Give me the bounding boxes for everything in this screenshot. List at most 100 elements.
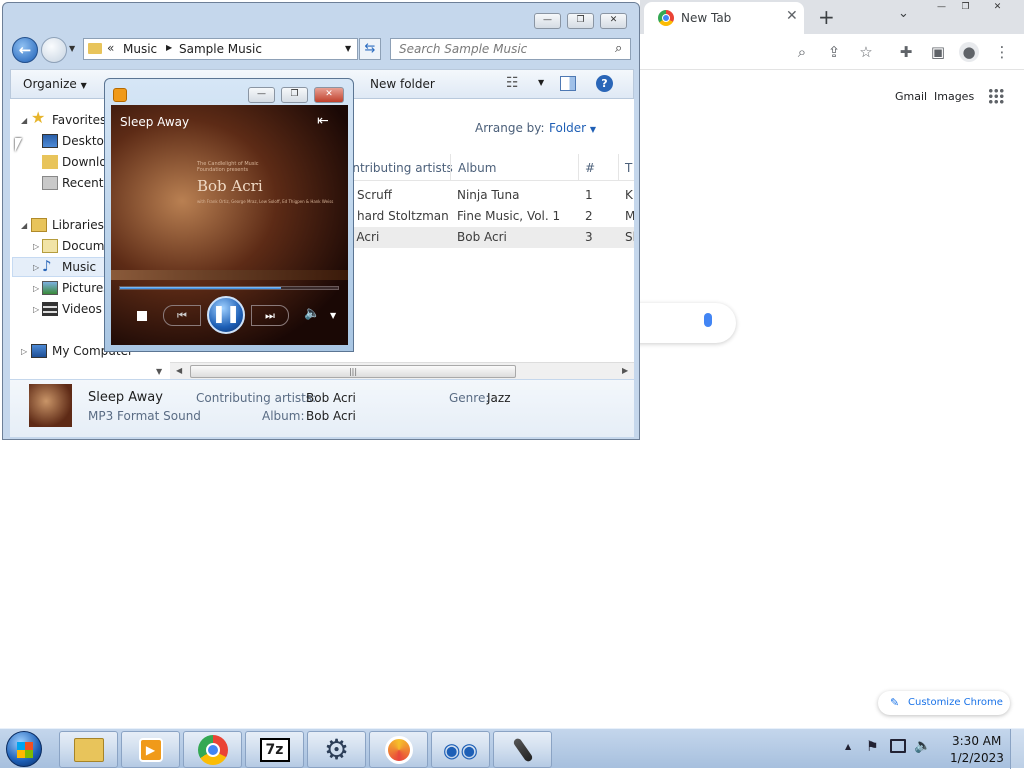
- show-hidden-icons-icon[interactable]: ▲: [845, 742, 851, 751]
- seek-bar[interactable]: [119, 286, 339, 290]
- view-dropdown-icon[interactable]: ▼: [538, 78, 544, 87]
- apps-grid-icon[interactable]: [988, 88, 1004, 104]
- network-icon[interactable]: [890, 739, 906, 753]
- volume-tray-icon[interactable]: 🔈: [914, 738, 931, 754]
- details-artists-value[interactable]: Bob Acri: [306, 391, 356, 405]
- zoom-icon[interactable]: ⌕: [792, 42, 812, 62]
- column-divider[interactable]: [450, 154, 451, 180]
- column-divider[interactable]: [578, 154, 579, 180]
- nav-scroll-down-icon[interactable]: ▼: [156, 367, 162, 376]
- column-album[interactable]: Album: [458, 161, 496, 175]
- taskbar-chrome[interactable]: [183, 731, 242, 768]
- chrome-restore-button[interactable]: ❐: [952, 1, 979, 17]
- taskbar-eyes[interactable]: ◉◉: [431, 731, 490, 768]
- tab-close-icon[interactable]: ✕: [786, 8, 798, 24]
- images-link[interactable]: Images: [934, 90, 974, 103]
- action-center-flag-icon[interactable]: ⚑: [866, 739, 879, 755]
- chrome-menu-icon[interactable]: ⋮: [992, 42, 1012, 62]
- player-restore-button[interactable]: ❐: [281, 87, 308, 103]
- libraries-expand-icon[interactable]: ◢: [21, 221, 27, 230]
- computer-expand-icon[interactable]: ▷: [21, 347, 27, 356]
- column-contributing-artists[interactable]: ontributing artists: [345, 161, 453, 175]
- address-bar[interactable]: « Music ▶ Sample Music ▼: [83, 38, 358, 60]
- show-desktop-button[interactable]: [1010, 729, 1024, 769]
- nav-music[interactable]: Music: [62, 260, 96, 274]
- help-icon[interactable]: ?: [596, 75, 613, 92]
- start-button[interactable]: [6, 731, 42, 767]
- taskbar-explorer[interactable]: [59, 731, 118, 768]
- favorites-expand-icon[interactable]: ◢: [21, 116, 27, 125]
- table-row[interactable]: Scruff Ninja Tuna 1 K: [343, 185, 634, 206]
- forward-button[interactable]: [41, 37, 67, 63]
- explorer-restore-button[interactable]: ❐: [567, 13, 594, 29]
- extensions-puzzle-icon[interactable]: ✚: [896, 42, 916, 62]
- search-input[interactable]: Search Sample Music ⌕: [390, 38, 631, 60]
- customize-chrome-button[interactable]: ✎ Customize Chrome: [878, 691, 1010, 715]
- taskbar-settings[interactable]: ⚙: [307, 731, 366, 768]
- breadcrumb-sample-music[interactable]: Sample Music: [179, 42, 262, 56]
- scroll-left-icon[interactable]: ◀: [176, 366, 182, 375]
- media-player-app-icon: [113, 88, 127, 102]
- stop-icon[interactable]: [137, 311, 147, 321]
- breadcrumb-overflow-icon[interactable]: «: [107, 41, 114, 55]
- share-icon[interactable]: ⇪: [824, 42, 844, 62]
- volume-dropdown-icon[interactable]: ▼: [330, 311, 336, 320]
- documents-expand-icon[interactable]: ▷: [33, 242, 39, 251]
- table-row-selected[interactable]: b Acri Bob Acri 3 Sl: [343, 227, 634, 248]
- nav-pictures[interactable]: Pictures: [62, 281, 110, 295]
- tab-new-tab[interactable]: New Tab ✕: [644, 2, 804, 34]
- chrome-minimize-button[interactable]: —: [928, 1, 955, 17]
- scroll-thumb[interactable]: |||: [190, 365, 516, 378]
- column-number[interactable]: #: [585, 161, 595, 175]
- nav-favorites[interactable]: Favorites: [52, 113, 106, 127]
- player-minimize-button[interactable]: —: [248, 87, 275, 103]
- new-folder-button[interactable]: New folder: [370, 77, 435, 91]
- side-panel-icon[interactable]: ▣: [928, 42, 948, 62]
- music-note-icon: ♪: [42, 257, 52, 275]
- bookmark-star-icon[interactable]: ☆: [856, 42, 876, 62]
- back-button[interactable]: ←: [12, 37, 38, 63]
- player-close-button[interactable]: ✕: [314, 87, 344, 103]
- details-album-value[interactable]: Bob Acri: [306, 409, 356, 423]
- organize-button[interactable]: Organize ▼: [23, 77, 87, 91]
- explorer-minimize-button[interactable]: —: [534, 13, 561, 29]
- nav-videos[interactable]: Videos: [62, 302, 102, 316]
- taskbar-media-player[interactable]: ▶: [121, 731, 180, 768]
- taskbar-cd-burner[interactable]: [369, 731, 428, 768]
- arrange-by-dropdown[interactable]: Folder ▼: [549, 121, 596, 135]
- previous-track-icon[interactable]: ⏮: [163, 305, 201, 326]
- breadcrumb-music[interactable]: Music: [123, 42, 157, 56]
- address-dropdown-icon[interactable]: ▼: [345, 44, 351, 53]
- tab-list-chevron-icon[interactable]: ⌄: [898, 6, 909, 21]
- table-row[interactable]: hard Stoltzman... Fine Music, Vol. 1 2 M: [343, 206, 634, 227]
- new-tab-plus-icon[interactable]: +: [818, 5, 835, 29]
- nav-downloads[interactable]: Downlo: [62, 155, 107, 169]
- organize-label: Organize: [23, 77, 77, 91]
- change-view-icon[interactable]: ☷: [506, 75, 519, 91]
- scroll-right-icon[interactable]: ▶: [622, 366, 628, 375]
- volume-icon[interactable]: 🔈: [304, 306, 320, 321]
- column-title[interactable]: T: [625, 161, 632, 175]
- explorer-close-button[interactable]: ✕: [600, 13, 627, 29]
- clock-time[interactable]: 3:30 AM: [952, 734, 1001, 748]
- refresh-button[interactable]: ⇆: [359, 38, 381, 60]
- chrome-close-button[interactable]: ✕: [984, 1, 1011, 17]
- music-expand-icon[interactable]: ▷: [33, 263, 39, 272]
- details-genre-value[interactable]: Jazz: [487, 391, 511, 405]
- videos-expand-icon[interactable]: ▷: [33, 305, 39, 314]
- gmail-link[interactable]: Gmail: [895, 90, 927, 103]
- switch-to-library-icon[interactable]: ⇤: [317, 113, 329, 129]
- preview-pane-icon[interactable]: [560, 76, 576, 91]
- clock-date[interactable]: 1/2/2023: [950, 751, 1004, 765]
- voice-search-microphone-icon[interactable]: [704, 313, 712, 327]
- profile-avatar-icon[interactable]: ●: [959, 42, 979, 62]
- nav-libraries[interactable]: Libraries: [52, 218, 104, 232]
- taskbar-7zip[interactable]: 7z: [245, 731, 304, 768]
- horizontal-scrollbar[interactable]: ◀ ||| ▶: [170, 362, 634, 379]
- taskbar-microphone[interactable]: [493, 731, 552, 768]
- pictures-expand-icon[interactable]: ▷: [33, 284, 39, 293]
- column-divider[interactable]: [618, 154, 619, 180]
- history-dropdown-icon[interactable]: ▼: [69, 44, 75, 53]
- next-track-icon[interactable]: ⏭: [251, 305, 289, 326]
- pause-button[interactable]: ❚❚: [207, 296, 245, 334]
